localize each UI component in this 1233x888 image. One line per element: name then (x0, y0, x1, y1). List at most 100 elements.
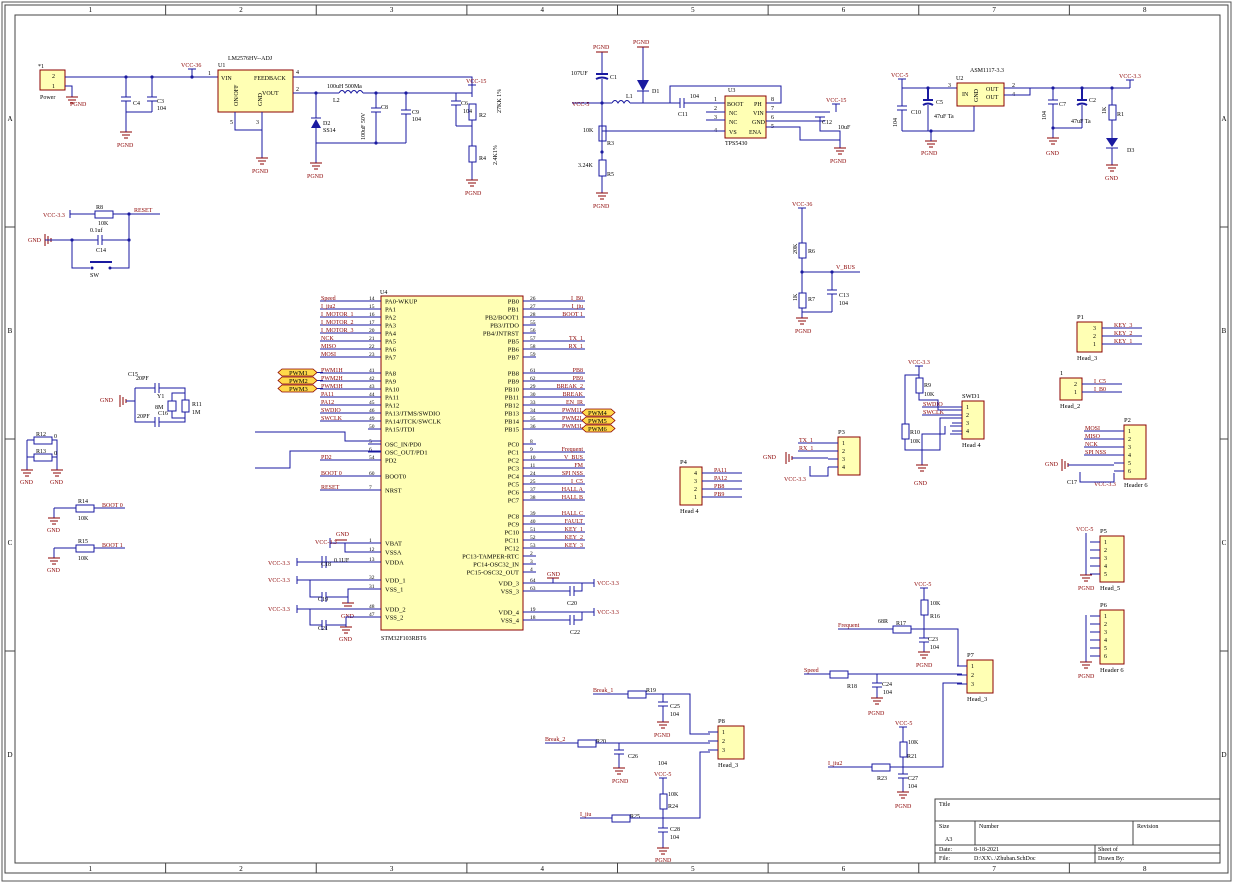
svg-text:104: 104 (690, 94, 699, 100)
svg-text:U2: U2 (956, 76, 963, 82)
svg-text:10K: 10K (78, 516, 89, 522)
mcu-net-label: I_jiu2 (321, 304, 335, 310)
svg-text:104: 104 (883, 690, 892, 696)
mcu-name: STM32F103RBT6 (381, 636, 426, 642)
svg-text:10K: 10K (668, 792, 679, 798)
mcu-pin-name: PA9 (385, 379, 396, 386)
mcu-pin-number: 55 (530, 320, 536, 326)
svg-text:104: 104 (157, 106, 166, 112)
svg-text:GND: GND (752, 120, 766, 126)
svg-text:VCC-15: VCC-15 (466, 79, 486, 85)
svg-text:5: 5 (1104, 572, 1107, 578)
zone-col-bottom: 3 (390, 865, 394, 873)
svg-text:D3: D3 (1127, 148, 1134, 154)
mcu-pin-number: 42 (369, 376, 375, 382)
mcu-pin-name: PC8 (508, 514, 519, 521)
svg-text:BOOT 0: BOOT 0 (102, 503, 123, 509)
svg-text:1: 1 (966, 405, 969, 411)
mcu-pin-number: 9 (530, 447, 533, 453)
svg-text:PGND: PGND (612, 779, 629, 785)
svg-text:VIN: VIN (753, 111, 764, 117)
mcu-pin-name: PA14/JTCK/SWCLK (385, 419, 441, 426)
mcu-pin-name: PA10 (385, 387, 399, 394)
mcu-pin-number: 16 (369, 312, 375, 318)
mcu-pin-number: 54 (369, 455, 375, 461)
sheet-border (1, 1, 1232, 882)
svg-text:TPS5430: TPS5430 (725, 141, 747, 147)
svg-text:NC: NC (729, 111, 737, 117)
svg-text:I_jiu2: I_jiu2 (828, 761, 842, 767)
zone-col-top: 4 (540, 6, 544, 14)
svg-text:Head_2: Head_2 (1060, 403, 1080, 410)
svg-text:Head 4: Head 4 (962, 442, 981, 449)
svg-text:R13: R13 (36, 449, 46, 455)
mcu-pin-name: PB15 (505, 427, 519, 434)
svg-text:KEY_3: KEY_3 (1114, 323, 1132, 329)
mcu-pin-number: 49 (369, 416, 375, 422)
svg-text:R1: R1 (1117, 112, 1124, 118)
svg-text:0.1uf: 0.1uf (90, 227, 103, 234)
zone-col-top: 7 (992, 6, 996, 14)
svg-text:Head_3: Head_3 (718, 762, 738, 769)
svg-text:R12: R12 (36, 432, 46, 438)
svg-text:104: 104 (839, 301, 848, 307)
mcu-pin-name: PB12 (505, 403, 519, 410)
file-value: D:\XX\..\Zhuban.SchDoc (974, 856, 1036, 862)
mcu-pin-name: PA13/JTMS/SWDIO (385, 411, 440, 418)
svg-text:Header 6: Header 6 (1100, 667, 1124, 674)
svg-text:1: 1 (971, 664, 974, 670)
mcu-pin-name: PB6 (508, 347, 520, 354)
svg-text:Y1: Y1 (157, 394, 164, 400)
svg-text:3: 3 (1104, 556, 1107, 562)
svg-text:PGND: PGND (916, 663, 933, 669)
mcu-pin-number: 38 (530, 495, 536, 501)
mcu-pin-number: 29 (530, 384, 536, 390)
svg-text:Speed: Speed (804, 668, 819, 674)
svg-text:4: 4 (1128, 453, 1131, 459)
pwm-tag-label: PWM3 (289, 386, 308, 393)
mcu-pin-name: PC4 (508, 474, 520, 481)
svg-text:PA12: PA12 (714, 476, 727, 482)
svg-text:PGND: PGND (655, 858, 672, 864)
schematic-canvas: 1122334455667788A AB BC CD D Title Size A3 N… (1, 1, 1232, 882)
zone-col-top: 5 (691, 6, 695, 14)
svg-text:1M: 1M (192, 410, 201, 416)
mcu-pin-number: 43 (369, 384, 375, 390)
mcu-net-label: HALL C (562, 511, 583, 517)
zone-col-top: 1 (89, 6, 93, 14)
svg-text:PGND: PGND (868, 711, 885, 717)
mcu-net-label: I_MOTOR_2 (321, 320, 354, 326)
mcu-pin-name: VSSA (385, 550, 402, 557)
mcu-net-label: PD2 (321, 455, 332, 461)
svg-text:C1: C1 (610, 75, 617, 81)
mcu-pin-name: BOOT0 (385, 474, 406, 481)
svg-text:VCC-3.3: VCC-3.3 (597, 610, 619, 616)
mcu-pin-number: 45 (369, 400, 375, 406)
size-value: A3 (945, 837, 952, 843)
mcu-pin-name: PA7 (385, 355, 397, 362)
svg-text:P8: P8 (718, 718, 725, 725)
mcu-pin-name: PC14-OSC32_IN (473, 562, 519, 569)
zone-col-bottom: 1 (89, 865, 93, 873)
svg-text:VCC-5: VCC-5 (654, 772, 671, 778)
mcu-net-label: EN_IR (566, 400, 583, 406)
svg-text:27KK 1%: 27KK 1% (497, 89, 503, 113)
svg-text:C25: C25 (670, 704, 680, 710)
mcu-pin-number: 57 (530, 336, 536, 342)
svg-text:GND: GND (914, 481, 928, 487)
mcu-pin-name: PC15-OSC32_OUT (467, 570, 519, 577)
svg-text:V_BUS: V_BUS (836, 265, 855, 271)
svg-text:C10: C10 (911, 110, 921, 116)
svg-text:2: 2 (1128, 437, 1131, 443)
mcu-pin-name: PC9 (508, 522, 519, 529)
svg-text:PGND: PGND (830, 159, 847, 165)
svg-text:3: 3 (722, 748, 725, 754)
svg-text:VOUT: VOUT (262, 91, 279, 97)
svg-text:VCC-3.3: VCC-3.3 (43, 213, 65, 219)
svg-text:SS14: SS14 (323, 128, 336, 134)
mcu-net-label: I_MOTOR_3 (321, 328, 354, 334)
pwm-tag-label: PWM5 (588, 418, 607, 425)
mcu-pin-name: PA11 (385, 395, 399, 402)
svg-text:R23: R23 (877, 776, 887, 782)
svg-text:10uF: 10uF (838, 125, 851, 131)
